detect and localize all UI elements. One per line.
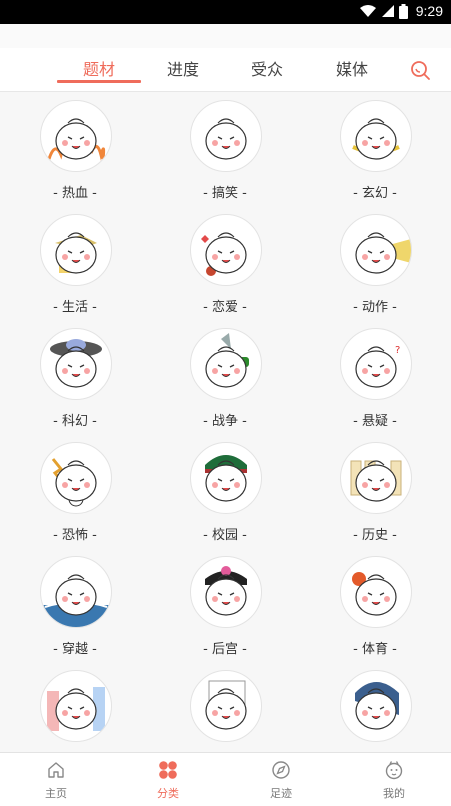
tab-progress[interactable]: 进度 bbox=[153, 48, 213, 91]
category-grid: - 热血 - - 搞笑 - - 玄幻 - - 生活 - - 恋爱 - - 动作 - - 科幻… bbox=[0, 92, 451, 752]
active-tab-underline bbox=[57, 80, 141, 83]
status-icons: 9:29 bbox=[359, 3, 443, 19]
category-item[interactable]: - 历史 - bbox=[300, 434, 450, 548]
category-item[interactable]: ? - 悬疑 - bbox=[300, 320, 450, 434]
category-item[interactable]: - 校园 - bbox=[150, 434, 300, 548]
category-item[interactable] bbox=[0, 662, 150, 752]
category-label: - 校园 - bbox=[203, 528, 247, 543]
nav-home-label: 主页 bbox=[45, 787, 67, 800]
blue-hair-mascot-icon bbox=[340, 670, 412, 742]
battery-icon bbox=[398, 3, 408, 19]
category-item[interactable]: - 穿越 - bbox=[0, 548, 150, 662]
category-label: - 恋爱 - bbox=[203, 300, 247, 315]
top-band bbox=[0, 24, 451, 48]
tab-audience[interactable]: 受众 bbox=[237, 48, 297, 91]
category-item[interactable]: - 热血 - bbox=[0, 92, 150, 206]
category-label: - 历史 - bbox=[353, 528, 397, 543]
category-label: - 后宫 - bbox=[203, 642, 247, 657]
category-label: - 恐怖 - bbox=[53, 528, 97, 543]
search-icon bbox=[411, 61, 430, 80]
status-time: 9:29 bbox=[415, 3, 443, 19]
history-mascot-icon bbox=[340, 442, 412, 514]
tab-media[interactable]: 媒体 bbox=[322, 48, 382, 91]
category-item[interactable]: - 生活 - bbox=[0, 206, 150, 320]
book-mascot-icon bbox=[190, 670, 262, 742]
signal-icon bbox=[381, 5, 394, 17]
category-label: - 搞笑 - bbox=[203, 186, 247, 201]
category-label: - 体育 - bbox=[353, 642, 397, 657]
category-item[interactable]: - 恋爱 - bbox=[150, 206, 300, 320]
category-item[interactable]: - 后宫 - bbox=[150, 548, 300, 662]
category-item[interactable] bbox=[150, 662, 300, 752]
category-label: - 穿越 - bbox=[53, 642, 97, 657]
category-label: - 生活 - bbox=[53, 300, 97, 315]
category-label: - 玄幻 - bbox=[353, 186, 397, 201]
status-bar: 9:29 bbox=[0, 0, 451, 24]
home-icon bbox=[48, 762, 64, 778]
category-item[interactable] bbox=[300, 662, 450, 752]
category-item[interactable]: - 玄幻 - bbox=[300, 92, 450, 206]
campus-mascot-icon bbox=[190, 442, 262, 514]
search-button[interactable] bbox=[408, 58, 432, 82]
category-item[interactable]: - 恐怖 - bbox=[0, 434, 150, 548]
svg-text:?: ? bbox=[395, 345, 400, 356]
category-label: - 科幻 - bbox=[53, 414, 97, 429]
category-item[interactable]: - 战争 - bbox=[150, 320, 300, 434]
nav-footprint-label: 足迹 bbox=[270, 787, 292, 800]
category-item[interactable]: - 科幻 - bbox=[0, 320, 150, 434]
nav-profile[interactable]: 我的 bbox=[338, 753, 450, 806]
nav-footprint[interactable]: 足迹 bbox=[225, 753, 337, 806]
war-mascot-icon bbox=[190, 328, 262, 400]
life-mascot-icon bbox=[40, 214, 112, 286]
category-item[interactable]: - 体育 - bbox=[300, 548, 450, 662]
fire-mascot-icon bbox=[40, 100, 112, 172]
city-mascot-icon bbox=[40, 670, 112, 742]
category-icon bbox=[159, 761, 177, 779]
wifi-icon bbox=[359, 5, 376, 17]
bottom-nav: 主页 分类 足迹 我的 bbox=[0, 752, 451, 806]
category-label: - 战争 - bbox=[203, 414, 247, 429]
ufo-mascot-icon bbox=[40, 328, 112, 400]
nav-category[interactable]: 分类 bbox=[112, 753, 224, 806]
mystery-mascot-icon: ? bbox=[340, 328, 412, 400]
nav-home[interactable]: 主页 bbox=[0, 753, 112, 806]
laughing-mascot-icon bbox=[190, 100, 262, 172]
nav-category-label: 分类 bbox=[157, 787, 179, 800]
action-mascot-icon bbox=[340, 214, 412, 286]
sports-mascot-icon bbox=[340, 556, 412, 628]
horror-mascot-icon bbox=[40, 442, 112, 514]
category-label: - 热血 - bbox=[53, 186, 97, 201]
compass-icon bbox=[272, 761, 290, 779]
category-item[interactable]: - 搞笑 - bbox=[150, 92, 300, 206]
category-item[interactable]: - 动作 - bbox=[300, 206, 450, 320]
category-label: - 动作 - bbox=[353, 300, 397, 315]
category-label: - 悬疑 - bbox=[353, 414, 397, 429]
nav-profile-label: 我的 bbox=[383, 787, 405, 800]
tab-bar: 题材 进度 受众 媒体 bbox=[0, 48, 451, 92]
tab-theme[interactable]: 题材 bbox=[69, 48, 129, 91]
profile-icon bbox=[385, 761, 403, 780]
time-travel-mascot-icon bbox=[40, 556, 112, 628]
love-mascot-icon bbox=[190, 214, 262, 286]
harem-mascot-icon bbox=[190, 556, 262, 628]
magic-mascot-icon bbox=[340, 100, 412, 172]
